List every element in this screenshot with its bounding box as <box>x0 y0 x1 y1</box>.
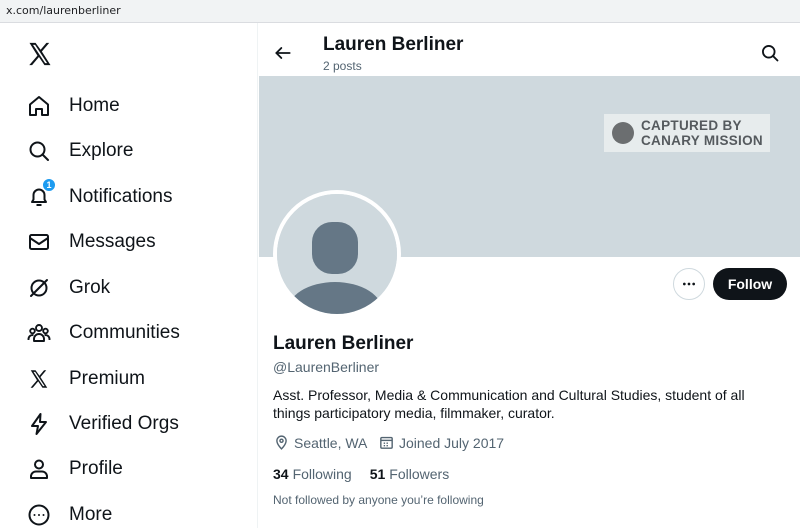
sidebar-item-more[interactable]: More <box>26 500 112 528</box>
followers-count: 51 <box>369 466 386 482</box>
sidebar-item-home[interactable]: Home <box>26 91 120 121</box>
watermark-logo-icon <box>612 122 634 144</box>
following-count: 34 <box>273 466 289 482</box>
sidebar-item-label: Premium <box>69 368 146 389</box>
sidebar-item-label: Notifications <box>69 186 173 207</box>
home-icon <box>26 93 52 119</box>
x-logo-icon <box>26 366 52 392</box>
back-arrow-icon[interactable] <box>273 43 293 63</box>
more-circle-icon <box>26 502 52 528</box>
sidebar-nav: Home Explore 1 Notifications Messages Gr… <box>0 23 258 528</box>
post-count: 2 posts <box>323 59 362 73</box>
more-options-button[interactable] <box>673 268 705 300</box>
sidebar-item-label: Home <box>69 95 120 116</box>
profile-bio: Asst. Professor, Media & Communication a… <box>273 387 745 421</box>
mutual-followers-note: Not followed by anyone you’re following <box>273 493 484 507</box>
sidebar-item-explore[interactable]: Explore <box>26 136 133 166</box>
notification-badge: 1 <box>42 178 56 192</box>
person-icon <box>26 456 52 482</box>
sidebar-item-label: Verified Orgs <box>69 413 179 434</box>
sidebar-item-label: Profile <box>69 458 123 479</box>
bell-icon: 1 <box>26 178 56 210</box>
sidebar-item-label: Grok <box>69 277 111 298</box>
followers-label: Followers <box>389 466 450 482</box>
location: Seattle, WA <box>273 434 367 451</box>
url-text: x.com/laurenberliner <box>6 4 121 17</box>
avatar[interactable] <box>273 190 401 318</box>
followers-link[interactable]: 51 Followers <box>370 466 449 482</box>
watermark: CAPTURED BY CANARY MISSION <box>604 114 770 152</box>
sidebar-item-label: Communities <box>69 322 180 343</box>
x-logo-icon[interactable] <box>26 40 54 68</box>
sidebar-item-notifications[interactable]: 1 Notifications <box>26 178 173 212</box>
sidebar-item-verified-orgs[interactable]: Verified Orgs <box>26 409 179 439</box>
grok-icon <box>26 275 52 301</box>
following-label: Following <box>292 466 352 482</box>
join-date: Joined July 2017 <box>378 434 504 451</box>
follow-button[interactable]: Follow <box>713 268 787 300</box>
sidebar-item-profile[interactable]: Profile <box>26 454 123 484</box>
sidebar-item-label: Messages <box>69 231 156 252</box>
search-icon[interactable] <box>760 43 780 63</box>
header-title: Lauren Berliner <box>323 34 464 55</box>
sidebar-item-label: More <box>69 504 113 525</box>
sidebar-item-grok[interactable]: Grok <box>26 273 110 303</box>
search-icon <box>26 138 52 164</box>
address-bar[interactable]: x.com/laurenberliner <box>0 0 800 23</box>
sidebar-item-communities[interactable]: Communities <box>26 318 180 348</box>
sidebar-item-label: Explore <box>69 140 134 161</box>
join-date-text: Joined July 2017 <box>399 434 505 451</box>
lightning-icon <box>26 411 52 437</box>
following-link[interactable]: 34 Following <box>273 466 352 482</box>
profile-name: Lauren Berliner <box>273 333 414 354</box>
people-icon <box>26 320 52 346</box>
sidebar-item-messages[interactable]: Messages <box>26 227 156 257</box>
follow-counts: 34 Following 51 Followers <box>273 466 467 482</box>
sidebar-item-premium[interactable]: Premium <box>26 364 145 394</box>
location-pin-icon <box>276 435 287 450</box>
location-text: Seattle, WA <box>294 434 368 451</box>
watermark-line1: CAPTURED BY <box>641 118 742 133</box>
watermark-line2: CANARY MISSION <box>641 133 763 148</box>
profile-column: Lauren Berliner 2 posts CAPTURED BY CANA… <box>259 23 800 528</box>
calendar-icon <box>380 436 393 449</box>
envelope-icon <box>26 229 52 255</box>
profile-handle: @LaurenBerliner <box>273 359 380 375</box>
